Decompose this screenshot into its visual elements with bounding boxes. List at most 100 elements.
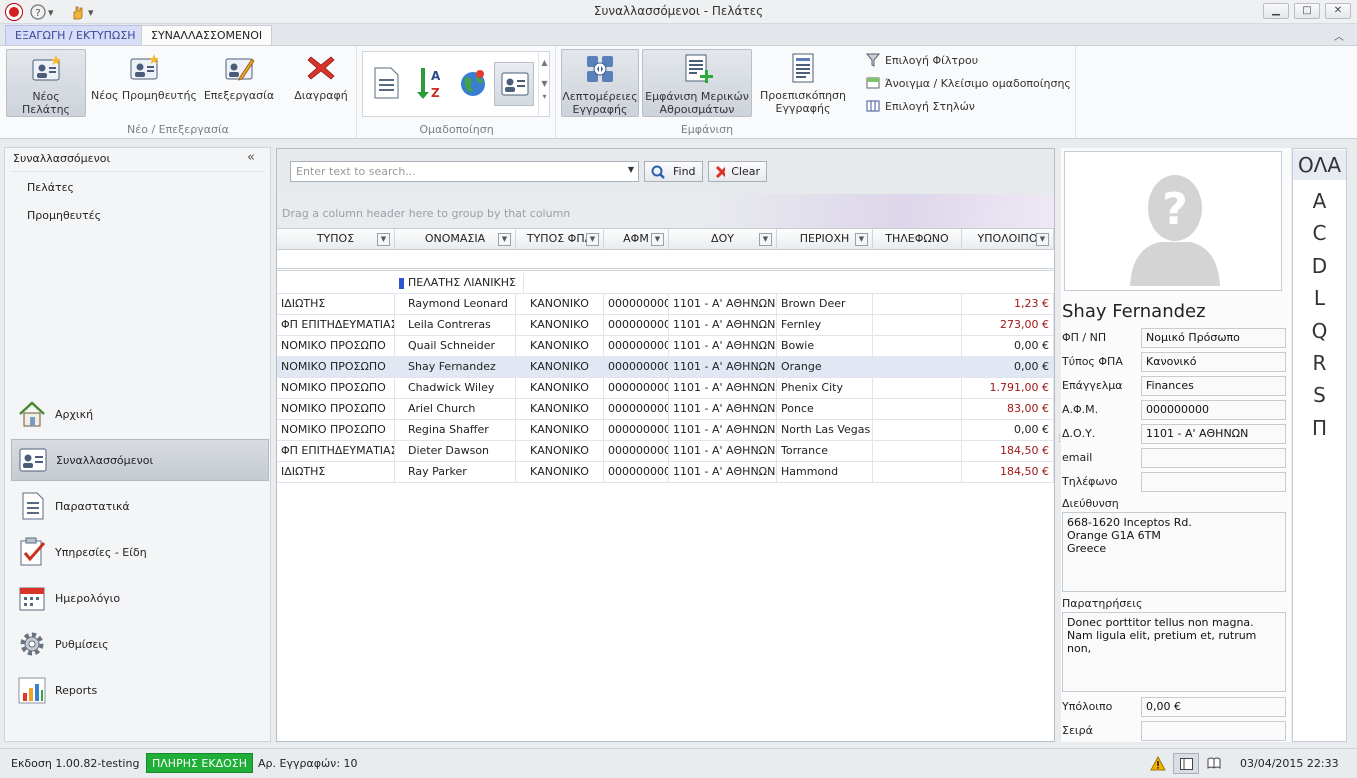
col-type-filter-icon[interactable]: ▼ <box>377 233 390 246</box>
cell-afm: 000000000 <box>604 399 669 420</box>
field-value[interactable]: 000000000 <box>1141 400 1286 420</box>
col-header-type[interactable]: ΤΥΠΟΣ ▼ <box>277 229 395 250</box>
toggle-grouping-label: Άνοιγμα / Κλείσιμο ομαδοποίησης <box>885 76 1071 90</box>
col-area-filter-icon[interactable]: ▼ <box>855 233 868 246</box>
group-panel[interactable]: Drag a column header here to group by th… <box>277 194 1054 228</box>
nav-calendar[interactable]: Ημερολόγιο <box>11 577 269 619</box>
new-supplier-button[interactable]: Νέος Προμηθευτής <box>90 49 198 117</box>
new-customer-button[interactable]: Νέος Πελάτης <box>6 49 86 117</box>
col-header-vat-type[interactable]: ΤΥΠΟΣ ΦΠΑ ▼ <box>516 229 604 250</box>
alphabet-letter[interactable]: R <box>1293 348 1346 378</box>
tab-traders[interactable]: ΣΥΝΑΛΛΑΣΣΟΜΕΝΟΙ <box>141 25 273 46</box>
reading-view-icon[interactable] <box>1207 757 1221 769</box>
sort-az-icon[interactable]: AZ <box>415 66 445 100</box>
table-row[interactable]: ΦΠ ΕΠΙΤΗΔΕΥΜΑΤΙΑΣ Dieter Dawson ΚΑΝΟΝΙΚΟ 00… <box>277 441 1054 462</box>
grouping-gallery: AZ ▲ ▼ ▾ <box>362 51 550 117</box>
col-header-area[interactable]: ΠΕΡΙΟΧΗ ▼ <box>777 229 873 250</box>
table-row[interactable]: ΝΟΜΙΚΟ ΠΡΟΣΩΠΟ Ariel Church ΚΑΝΟΝΙΚΟ 000000… <box>277 399 1054 420</box>
nav-home[interactable]: Αρχική <box>11 393 269 435</box>
col-header-balance-label: ΥΠΟΛΟΙΠΟ <box>977 232 1038 245</box>
nav-item-customers[interactable]: Πελάτες <box>27 181 74 194</box>
notes-field[interactable]: Donec porttitor tellus non magna. Nam li… <box>1062 612 1286 692</box>
field-value[interactable]: Finances <box>1141 376 1286 396</box>
table-row[interactable]: ΝΟΜΙΚΟ ΠΡΟΣΩΠΟ Shay Fernandez ΚΑΝΟΝΙΚΟ 0000… <box>277 357 1054 378</box>
ribbon-group-new-edit: Νέος Πελάτης Νέος Προμηθευτής Επεξεργασί… <box>0 46 357 138</box>
cell-afm: 000000000 <box>604 315 669 336</box>
col-header-name[interactable]: ΟΝΟΜΑΣΙΑ ▼ <box>395 229 516 250</box>
cell-phone <box>873 420 962 441</box>
table-row[interactable]: ΝΟΜΙΚΟ ΠΡΟΣΩΠΟ Quail Schneider ΚΑΝΟΝΙΚΟ 000… <box>277 336 1054 357</box>
tab-export[interactable]: ΕΞΑΓΩΓΗ / ΕΚΤΥΠΩΣΗ <box>5 25 146 46</box>
close-button[interactable]: ✕ <box>1325 3 1351 19</box>
table-row[interactable]: ΝΟΜΙΚΟ ΠΡΟΣΩΠΟ Chadwick Wiley ΚΑΝΟΝΙΚΟ 0000… <box>277 378 1054 399</box>
alphabet-letter[interactable]: L <box>1293 283 1346 313</box>
col-name-filter-icon[interactable]: ▼ <box>498 233 511 246</box>
grouping-group-caption: Ομαδοποίηση <box>419 123 494 136</box>
address-field[interactable]: 668-1620 Inceptos Rd. Orange G1A 6TM Gre… <box>1062 512 1286 592</box>
toggle-grouping-button[interactable]: Άνοιγμα / Κλείσιμο ομαδοποίησης <box>866 73 1071 93</box>
document-icon[interactable] <box>373 67 399 99</box>
clear-label: Clear <box>731 165 760 178</box>
field-value[interactable]: Κανονικό <box>1141 352 1286 372</box>
alphabet-letter[interactable]: S <box>1293 380 1346 410</box>
col-header-balance[interactable]: ΥΠΟΛΟΙΠΟ ▼ <box>962 229 1054 250</box>
cell-doy: 1101 - Α' ΑΘΗΝΩΝ <box>669 315 777 336</box>
find-button[interactable]: Find <box>644 161 703 182</box>
group-row[interactable]: ΠΕΛΑΤΗΣ ΛΙΑΝΙΚΗΣ <box>277 273 1054 294</box>
nav-documents[interactable]: Παραστατικά <box>11 485 269 527</box>
nav-settings[interactable]: Ρυθμίσεις <box>11 623 269 665</box>
globe-icon[interactable] <box>458 68 488 98</box>
col-doy-filter-icon[interactable]: ▼ <box>759 233 772 246</box>
col-header-doy[interactable]: ΔΟΥ ▼ <box>669 229 777 250</box>
contact-photo[interactable]: ? <box>1064 151 1282 291</box>
col-afm-filter-icon[interactable]: ▼ <box>651 233 664 246</box>
col-vat-type-filter-icon[interactable]: ▼ <box>586 233 599 246</box>
nav-collapse-icon[interactable]: « <box>247 150 255 165</box>
field-value[interactable] <box>1141 448 1286 468</box>
alphabet-letter[interactable]: C <box>1293 218 1346 248</box>
nav-services[interactable]: Υπηρεσίες - Είδη <box>11 531 269 573</box>
field-label: Δ.Ο.Υ. <box>1062 427 1096 440</box>
alphabet-letter[interactable]: D <box>1293 251 1346 281</box>
group-by-card-button[interactable] <box>494 62 534 106</box>
normal-view-button[interactable] <box>1173 753 1199 774</box>
record-preview-button[interactable]: Προεπισκόπηση Εγγραφής <box>757 49 849 117</box>
delete-button[interactable]: Διαγραφή <box>288 49 354 117</box>
field-value[interactable] <box>1141 472 1286 492</box>
notes-label: Παρατηρήσεις <box>1062 597 1143 610</box>
partial-sums-button[interactable]: Εμφάνιση Μερικών Αθροισμάτων <box>642 49 752 117</box>
contact-name: Shay Fernandez <box>1062 301 1206 322</box>
filter-row[interactable] <box>277 250 1054 271</box>
col-balance-filter-icon[interactable]: ▼ <box>1036 233 1049 246</box>
ribbon-collapse-icon[interactable]: ︿ <box>1334 28 1344 43</box>
nav-item-suppliers[interactable]: Προμηθευτές <box>27 209 101 222</box>
edit-button[interactable]: Επεξεργασία <box>202 49 276 117</box>
balance-field[interactable]: 0,00 € <box>1141 697 1286 717</box>
table-row[interactable]: ΙΔΙΩΤΗΣ Ray Parker ΚΑΝΟΝΙΚΟ 000000000 1101 -… <box>277 462 1054 483</box>
nav-traders[interactable]: Συναλλασσόμενοι <box>11 439 269 481</box>
alphabet-letter[interactable]: ΟΛΑ <box>1293 150 1346 180</box>
search-dropdown-icon[interactable]: ▼ <box>628 165 634 174</box>
col-header-phone[interactable]: ΤΗΛΕΦΩΝΟ <box>873 229 962 250</box>
field-value[interactable]: 1101 - Α' ΑΘΗΝΩΝ <box>1141 424 1286 444</box>
table-row[interactable]: ΝΟΜΙΚΟ ΠΡΟΣΩΠΟ Regina Shaffer ΚΑΝΟΝΙΚΟ 0000… <box>277 420 1054 441</box>
alphabet-letter[interactable]: A <box>1293 186 1346 216</box>
maximize-button[interactable]: □ <box>1294 3 1320 19</box>
record-details-button[interactable]: Λεπτομέρειες Εγγραφής <box>561 49 639 117</box>
table-row[interactable]: ΙΔΙΩΤΗΣ Raymond Leonard ΚΑΝΟΝΙΚΟ 000000000 1… <box>277 294 1054 315</box>
cell-name: Regina Shaffer <box>395 420 516 441</box>
clear-button[interactable]: Clear <box>708 161 767 182</box>
order-field[interactable] <box>1141 721 1286 741</box>
nav-reports[interactable]: Reports <box>11 669 269 711</box>
warning-icon[interactable] <box>1150 756 1166 771</box>
minimize-button[interactable]: ▁ <box>1263 3 1289 19</box>
select-columns-button[interactable]: Επιλογή Στηλών <box>866 96 975 116</box>
search-input[interactable]: Enter text to search... ▼ <box>290 161 639 182</box>
table-row[interactable]: ΦΠ ΕΠΙΤΗΔΕΥΜΑΤΙΑΣ Leila Contreras ΚΑΝΟΝΙΚΟ… <box>277 315 1054 336</box>
field-value[interactable]: Νομικό Πρόσωπο <box>1141 328 1286 348</box>
alphabet-letter[interactable]: Π <box>1293 413 1346 443</box>
filter-select-button[interactable]: Επιλογή Φίλτρου <box>866 50 978 70</box>
alphabet-letter[interactable]: Q <box>1293 316 1346 346</box>
col-header-afm[interactable]: ΑΦΜ ▼ <box>604 229 669 250</box>
gallery-scroll[interactable]: ▲ ▼ ▾ <box>538 52 550 116</box>
